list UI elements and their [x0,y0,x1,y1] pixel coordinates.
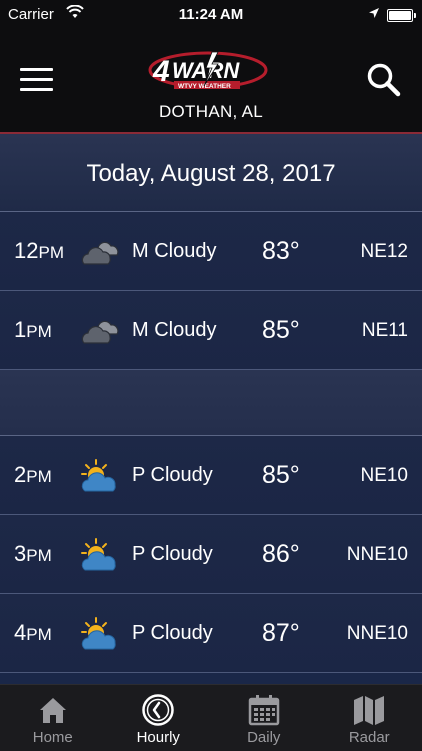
calendar-icon [247,693,281,727]
hour-label: 3PM [14,541,52,567]
partly-cloudy-icon [78,616,122,652]
condition-label: P Cloudy [132,543,213,566]
section-separator [0,370,422,436]
tab-home[interactable]: Home [0,685,106,751]
temperature-label: 85° [262,461,300,490]
hour-label: 2PM [14,462,52,488]
date-text: Today, August 28, 2017 [0,160,422,188]
hourly-row[interactable]: 3PM P Cloudy 86° NNE10 [0,515,422,594]
app-header: 4 WARN WTVY WEATHER DOTHAN, AL [0,30,422,134]
tab-label: Home [0,729,106,746]
hourly-row[interactable]: 4PM P Cloudy 87° NNE10 [0,594,422,673]
condition-label: P Cloudy [132,622,213,645]
mostly-cloudy-icon [78,313,122,349]
mostly-cloudy-icon [78,234,122,270]
temperature-label: 83° [262,237,300,266]
hourly-row[interactable]: 2PM P Cloudy 85° NE10 [0,436,422,515]
date-header: Today, August 28, 2017 [0,134,422,212]
wind-label: NNE10 [347,623,408,645]
tab-label: Radar [317,729,422,746]
brand-logo: 4 WARN WTVY WEATHER [148,48,268,96]
home-icon [36,693,70,727]
hourly-row[interactable]: 12PM M Cloudy 83° NE12 [0,212,422,291]
location-arrow-icon [368,6,380,23]
logo-text: WARN [172,58,240,83]
temperature-label: 86° [262,540,300,569]
hourly-row[interactable]: 1PM M Cloudy 85° NE11 [0,291,422,370]
condition-label: M Cloudy [132,240,216,263]
hour-label: 4PM [14,620,52,646]
menu-button[interactable] [20,68,54,94]
tab-daily[interactable]: Daily [211,685,317,751]
menu-icon [20,68,53,71]
tab-bar: Home Hourly Daily Radar [0,684,422,751]
wind-label: NNE10 [347,544,408,566]
city-label: DOTHAN, AL [0,102,422,122]
tab-label: Hourly [106,729,212,746]
status-bar: Carrier 11:24 AM [0,0,422,30]
wind-label: NE11 [362,320,408,342]
hour-label: 1PM [14,317,52,343]
tab-radar[interactable]: Radar [317,685,422,751]
tab-hourly[interactable]: Hourly [106,685,212,751]
battery-icon [387,9,413,22]
search-icon [366,62,402,98]
logo-number: 4 [152,55,170,88]
wind-label: NE10 [360,465,408,487]
map-icon [352,693,386,727]
clock-icon [141,693,175,727]
temperature-label: 85° [262,316,300,345]
partly-cloudy-icon [78,537,122,573]
hour-label: 12PM [14,238,64,264]
wind-label: NE12 [360,241,408,263]
condition-label: P Cloudy [132,464,213,487]
search-button[interactable] [366,62,402,98]
tab-label: Daily [211,729,317,746]
temperature-label: 87° [262,619,300,648]
partly-cloudy-icon [78,458,122,494]
condition-label: M Cloudy [132,319,216,342]
clock-time: 11:24 AM [0,6,422,23]
